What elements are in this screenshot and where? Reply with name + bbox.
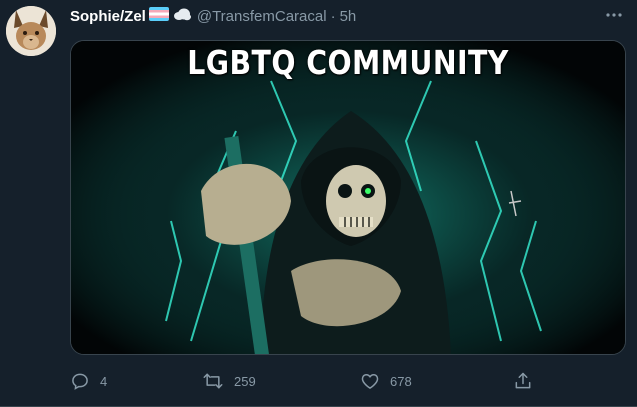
user-handle[interactable]: @TransfemCaracal bbox=[197, 8, 327, 25]
tweet-media-image[interactable]: LGBTQ COMMUNITY bbox=[70, 40, 626, 355]
share-button[interactable] bbox=[513, 368, 533, 394]
grim-reaper-image-icon bbox=[71, 41, 625, 354]
separator-dot: · bbox=[330, 7, 336, 25]
image-caption-text: LGBTQ COMMUNITY bbox=[187, 43, 509, 82]
reply-icon bbox=[72, 373, 88, 390]
like-button[interactable]: 678 bbox=[360, 368, 412, 394]
tweet-actions: 4 259 678 bbox=[70, 368, 626, 394]
cloud-emoji-icon bbox=[172, 7, 192, 25]
tweet-timestamp[interactable]: 5h bbox=[340, 8, 357, 25]
tweet-header: Sophie/Zel @TransfemCaracal · 5h bbox=[70, 6, 356, 26]
share-icon bbox=[515, 372, 531, 389]
retweet-icon bbox=[203, 373, 223, 389]
heart-icon bbox=[361, 374, 379, 389]
reply-count: 4 bbox=[100, 373, 108, 389]
like-count: 678 bbox=[390, 373, 412, 389]
transgender-flag-emoji-icon bbox=[148, 7, 169, 25]
avatar[interactable] bbox=[6, 6, 56, 56]
retweet-button[interactable]: 259 bbox=[202, 368, 256, 394]
caracal-avatar-icon bbox=[6, 6, 56, 56]
tweet[interactable]: Sophie/Zel @TransfemCaracal · 5h LGBTQ C… bbox=[0, 0, 637, 407]
more-options-button[interactable] bbox=[603, 5, 625, 25]
more-dots-icon bbox=[606, 13, 622, 17]
reply-button[interactable]: 4 bbox=[70, 368, 107, 394]
retweet-count: 259 bbox=[234, 373, 256, 389]
display-name[interactable]: Sophie/Zel bbox=[70, 8, 146, 25]
